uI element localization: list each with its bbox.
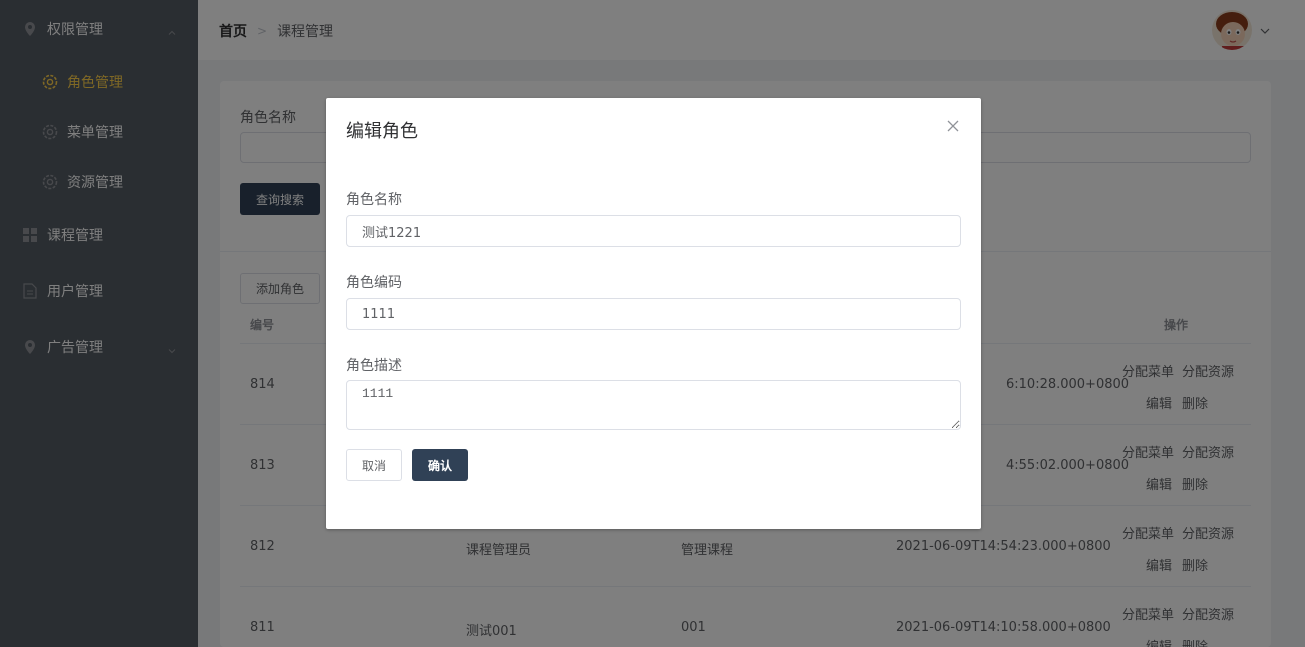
role-code-label: 角色编码 bbox=[346, 275, 402, 291]
close-icon[interactable] bbox=[946, 119, 960, 133]
edit-role-dialog: 编辑角色 角色名称 角色编码 角色描述 1111 取消 确认 bbox=[326, 98, 981, 529]
dialog-title: 编辑角色 bbox=[346, 121, 418, 142]
role-name-input[interactable] bbox=[346, 215, 961, 247]
role-desc-textarea[interactable]: 1111 bbox=[346, 380, 961, 430]
role-desc-label: 角色描述 bbox=[346, 358, 402, 374]
confirm-button[interactable]: 确认 bbox=[412, 449, 468, 481]
cancel-button[interactable]: 取消 bbox=[346, 449, 402, 481]
role-name-label: 角色名称 bbox=[346, 192, 402, 208]
role-code-input[interactable] bbox=[346, 298, 961, 330]
